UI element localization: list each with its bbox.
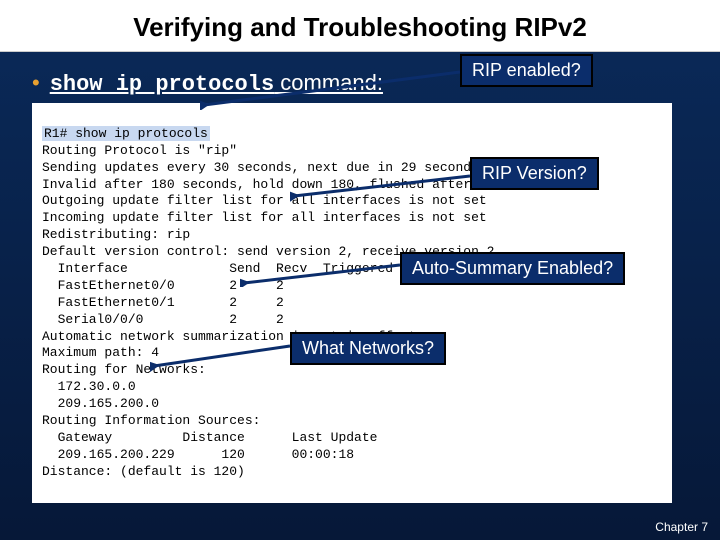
- terminal-line: FastEthernet0/1 2 2: [42, 295, 284, 310]
- callout-rip-version: RIP Version?: [470, 157, 599, 190]
- content-area: • show ip protocols command: R1# show ip…: [0, 52, 720, 513]
- arrow-icon: [240, 257, 405, 287]
- terminal-line: Maximum path: 4: [42, 345, 159, 360]
- terminal-line: Routing Information Sources:: [42, 413, 260, 428]
- terminal-line: Serial0/0/0 2 2: [42, 312, 284, 327]
- arrow-icon: [290, 172, 475, 202]
- terminal-line: 209.165.200.0: [42, 396, 159, 411]
- bullet-icon: •: [32, 70, 40, 96]
- terminal-line: Routing Protocol is "rip": [42, 143, 237, 158]
- terminal-line: Distance: (default is 120): [42, 464, 245, 479]
- arrow-icon: [150, 342, 295, 372]
- terminal-line: 172.30.0.0: [42, 379, 136, 394]
- callout-what-networks: What Networks?: [290, 332, 446, 365]
- arrow-icon: [200, 70, 462, 110]
- terminal-prompt: R1# show ip protocols: [42, 126, 210, 141]
- terminal-line: Incoming update filter list for all inte…: [42, 210, 487, 225]
- terminal-line: Gateway Distance Last Update: [42, 430, 377, 445]
- footer-chapter: Chapter 7: [655, 520, 708, 534]
- terminal-line: 209.165.200.229 120 00:00:18: [42, 447, 354, 462]
- terminal-line: Redistributing: rip: [42, 227, 190, 242]
- callout-rip-enabled: RIP enabled?: [460, 54, 593, 87]
- callout-auto-summary: Auto-Summary Enabled?: [400, 252, 625, 285]
- slide-title: Verifying and Troubleshooting RIPv2: [0, 0, 720, 52]
